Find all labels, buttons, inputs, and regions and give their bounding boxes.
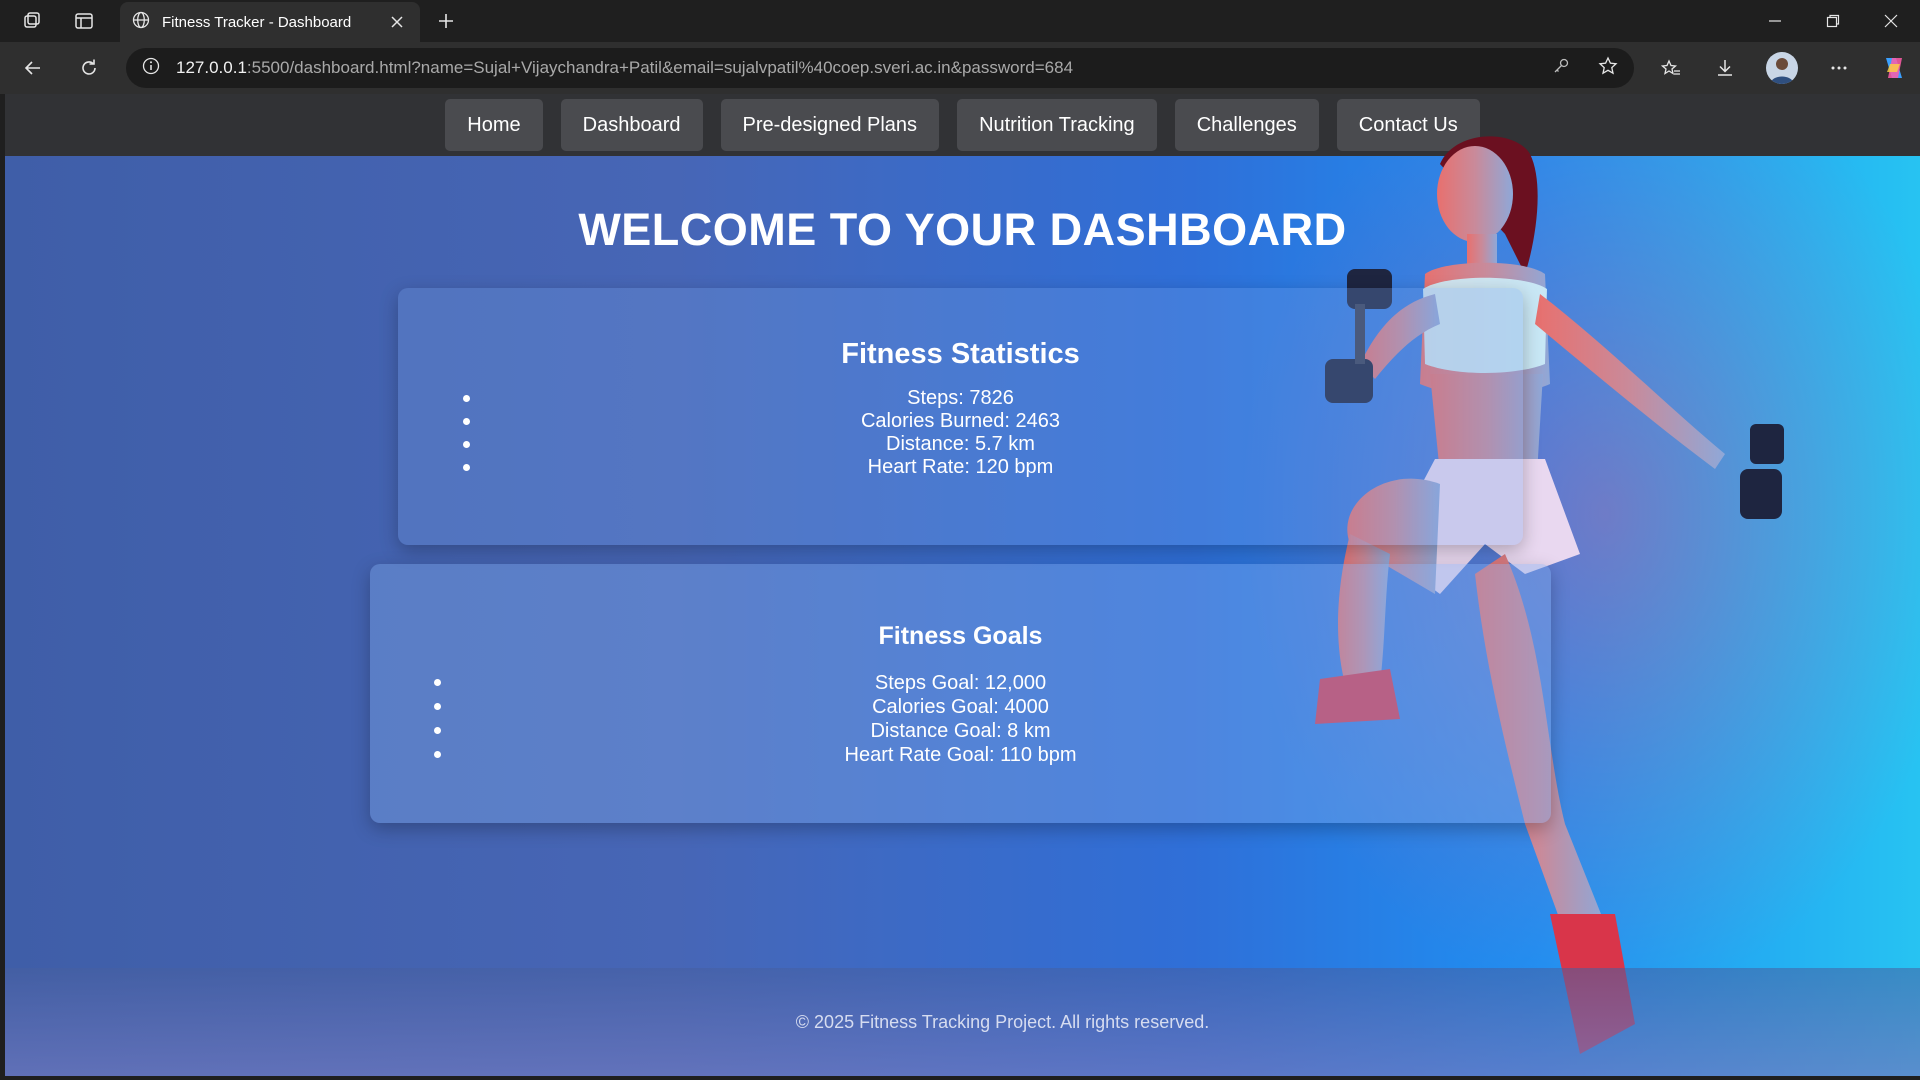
stat-distance: Distance: 5.7 km xyxy=(886,433,1035,455)
fitness-statistics-card: Fitness Statistics Steps: 7826 Calories … xyxy=(398,288,1523,545)
bullet-icon xyxy=(463,441,470,448)
list-item: Calories Goal: 4000 xyxy=(370,695,1551,719)
list-item: Distance Goal: 8 km xyxy=(370,719,1551,743)
url-text: 127.0.0.1:5500/dashboard.html?name=Sujal… xyxy=(176,58,1552,78)
password-key-icon[interactable] xyxy=(1552,57,1570,80)
address-bar-row: 127.0.0.1:5500/dashboard.html?name=Sujal… xyxy=(0,42,1920,94)
page-viewport: Home Dashboard Pre-designed Plans Nutrit… xyxy=(5,94,1920,1076)
nav-nutrition-tracking[interactable]: Nutrition Tracking xyxy=(957,99,1157,151)
statistics-list: Steps: 7826 Calories Burned: 2463 Distan… xyxy=(398,387,1523,479)
url-host: 127.0.0.1 xyxy=(176,58,247,77)
page-footer: © 2025 Fitness Tracking Project. All rig… xyxy=(5,968,1920,1076)
new-tab-icon[interactable] xyxy=(432,8,460,34)
back-arrow-icon[interactable] xyxy=(18,54,48,82)
workspaces-icon[interactable] xyxy=(18,8,46,34)
list-item: Steps Goal: 12,000 xyxy=(370,671,1551,695)
favorite-star-icon[interactable] xyxy=(1598,55,1618,81)
site-info-icon[interactable] xyxy=(142,57,160,80)
tab-title: Fitness Tracker - Dashboard xyxy=(162,13,352,31)
vertical-tabs-icon[interactable] xyxy=(70,8,98,34)
copyright-text: © 2025 Fitness Tracking Project. All rig… xyxy=(795,1011,1210,1032)
page-title: WELCOME TO YOUR DASHBOARD xyxy=(578,204,1347,255)
downloads-icon[interactable] xyxy=(1710,54,1740,82)
bullet-icon xyxy=(434,679,441,686)
stat-steps: Steps: 7826 xyxy=(907,387,1014,409)
more-options-icon[interactable] xyxy=(1824,54,1854,82)
bullet-icon xyxy=(434,751,441,758)
goals-list: Steps Goal: 12,000 Calories Goal: 4000 D… xyxy=(370,671,1551,767)
reload-icon[interactable] xyxy=(74,54,104,82)
close-window-icon[interactable] xyxy=(1876,8,1906,34)
statistics-heading: Fitness Statistics xyxy=(841,338,1080,370)
goal-steps: Steps Goal: 12,000 xyxy=(874,672,1047,694)
bullet-icon xyxy=(463,395,470,402)
goal-calories: Calories Goal: 4000 xyxy=(872,696,1049,718)
copilot-icon[interactable] xyxy=(1878,52,1910,84)
url-path: :5500/dashboard.html?name=Sujal+Vijaycha… xyxy=(246,58,1074,77)
goal-heart-rate: Heart Rate Goal: 110 bpm xyxy=(844,744,1077,766)
list-item: Steps: 7826 xyxy=(398,387,1523,410)
bullet-icon xyxy=(463,464,470,471)
list-item: Heart Rate Goal: 110 bpm xyxy=(370,743,1551,767)
fitness-goals-card: Fitness Goals Steps Goal: 12,000 Calorie… xyxy=(370,564,1551,823)
nav-dashboard[interactable]: Dashboard xyxy=(560,99,703,151)
bullet-icon xyxy=(434,727,441,734)
bullet-icon xyxy=(463,418,470,425)
profile-avatar[interactable] xyxy=(1766,52,1798,84)
active-tab[interactable]: Fitness Tracker - Dashboard xyxy=(120,2,420,42)
bullet-icon xyxy=(434,703,441,710)
goal-distance: Distance Goal: 8 km xyxy=(870,720,1051,742)
list-item: Calories Burned: 2463 xyxy=(398,410,1523,433)
close-tab-icon[interactable] xyxy=(386,11,408,33)
minimize-icon[interactable] xyxy=(1760,8,1790,34)
stat-calories: Calories Burned: 2463 xyxy=(860,410,1060,432)
url-field[interactable]: 127.0.0.1:5500/dashboard.html?name=Sujal… xyxy=(126,48,1634,88)
globe-icon xyxy=(132,11,150,34)
browser-tab-strip: Fitness Tracker - Dashboard xyxy=(0,0,1920,42)
stat-heart-rate: Heart Rate: 120 bpm xyxy=(867,456,1054,478)
nav-pre-designed-plans[interactable]: Pre-designed Plans xyxy=(720,99,940,151)
list-item: Heart Rate: 120 bpm xyxy=(398,456,1523,479)
goals-heading: Fitness Goals xyxy=(878,622,1043,650)
restore-icon[interactable] xyxy=(1818,8,1848,34)
list-item: Distance: 5.7 km xyxy=(398,433,1523,456)
favorites-icon[interactable] xyxy=(1656,54,1686,82)
nav-home[interactable]: Home xyxy=(445,99,543,151)
